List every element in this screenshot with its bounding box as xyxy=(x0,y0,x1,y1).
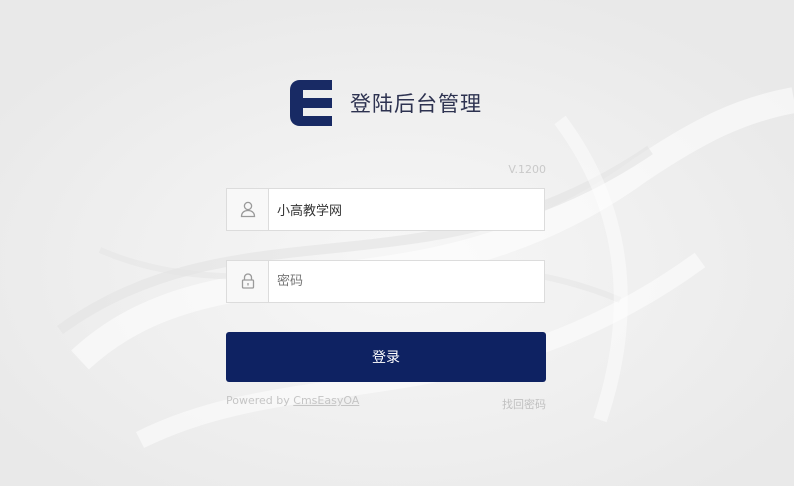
username-icon-box xyxy=(227,189,269,230)
login-button[interactable]: 登录 xyxy=(226,332,546,382)
powered-by-prefix: Powered by xyxy=(226,394,294,407)
background-decoration xyxy=(0,0,794,486)
username-field xyxy=(226,188,547,231)
forgot-password-link[interactable]: 找回密码 xyxy=(476,396,546,412)
cmseasy-link[interactable]: CmsEasyOA xyxy=(293,394,359,407)
username-input[interactable] xyxy=(269,189,547,230)
powered-by: Powered by CmsEasyOA xyxy=(226,394,359,407)
page-title: 登陆后台管理 xyxy=(350,92,482,116)
password-field xyxy=(226,260,547,303)
user-icon xyxy=(240,201,256,218)
password-input[interactable] xyxy=(269,261,547,302)
cmseasy-e-logo-icon xyxy=(290,80,332,126)
lock-icon xyxy=(241,273,255,289)
password-icon-box xyxy=(227,261,269,302)
version-label: V.1200 xyxy=(508,163,546,176)
